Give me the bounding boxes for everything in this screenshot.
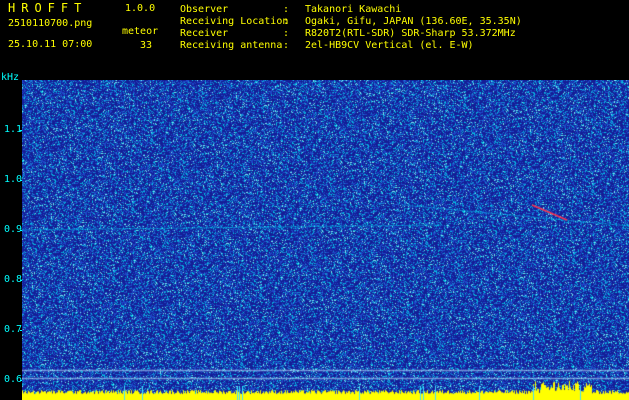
- info-value-receiver: R820T2(RTL-SDR) SDR-Sharp 53.372MHz: [305, 28, 516, 39]
- spectrogram-canvas: [22, 80, 629, 400]
- y-tick-label: 0.7: [3, 324, 22, 335]
- info-separator: :: [283, 28, 290, 39]
- datetime: 25.10.11 07:00: [8, 39, 93, 50]
- y-tick-label: 0.8: [3, 274, 22, 285]
- info-value-location: Ogaki, Gifu, JAPAN (136.60E, 35.35N): [305, 16, 522, 27]
- y-tick-label: 1.0: [3, 174, 22, 185]
- info-value-observer: Takanori Kawachi: [305, 4, 402, 15]
- meteor-label: meteor: [122, 26, 159, 37]
- info-separator: :: [283, 40, 290, 51]
- spectrogram: [22, 80, 629, 400]
- y-axis-unit: kHz: [1, 72, 20, 83]
- info-value-antenna: 2el-HB9CV Vertical (el. E-W): [305, 40, 474, 51]
- y-tick-label: 1.1: [3, 124, 22, 135]
- app-version: 1.0.0: [125, 3, 156, 14]
- info-separator: :: [283, 16, 290, 27]
- meteor-count: 33: [140, 40, 153, 51]
- y-tick-label: 0.6: [3, 374, 22, 385]
- info-label-receiver: Receiver: [180, 28, 229, 39]
- info-separator: :: [283, 4, 290, 15]
- info-label-observer: Observer: [180, 4, 229, 15]
- y-tick-label: 0.9: [3, 224, 22, 235]
- info-label-antenna: Receiving antenna: [180, 40, 283, 51]
- app-title: HROFFT: [8, 1, 88, 15]
- file-name: 2510110700.png: [8, 18, 93, 29]
- info-label-location: Receiving Location: [180, 16, 289, 27]
